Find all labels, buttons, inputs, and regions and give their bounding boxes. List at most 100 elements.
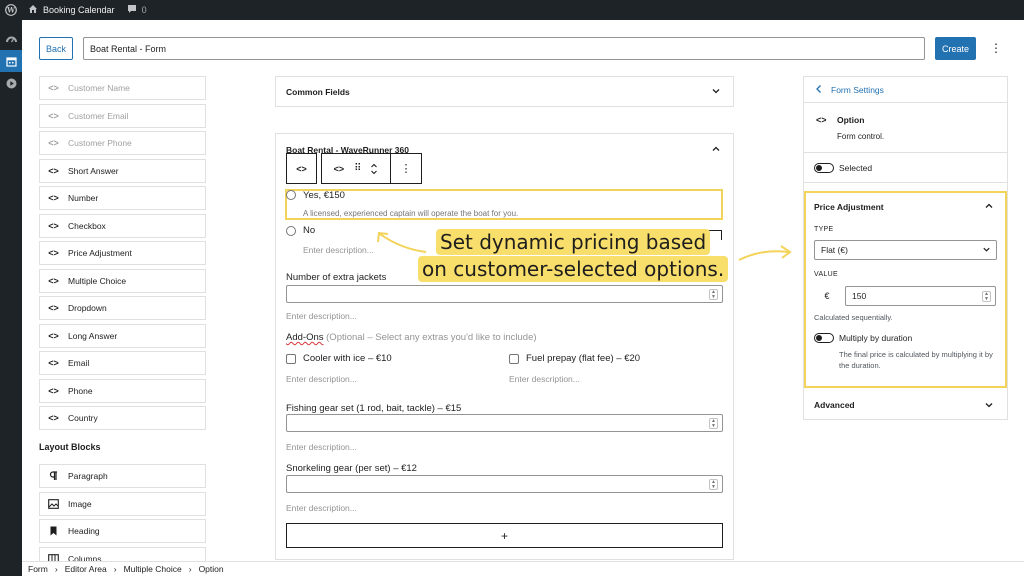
addons-label[interactable]: Add-Ons (Optional – Select any extras yo… xyxy=(286,332,537,343)
create-button[interactable]: Create xyxy=(935,37,976,60)
field-item[interactable]: <> Phone xyxy=(39,378,206,403)
currency-prefix: € xyxy=(824,291,830,301)
comments-link[interactable]: 0 xyxy=(127,4,147,16)
number-spinner-icon[interactable]: ▲ ▼ xyxy=(709,479,718,490)
option-no-label[interactable]: No xyxy=(303,225,315,236)
option-yes-label[interactable]: Yes, €150 xyxy=(303,190,345,201)
option-no-radio[interactable] xyxy=(286,226,296,236)
extra-jackets-label[interactable]: Number of extra jackets xyxy=(286,272,386,283)
dashboard-icon[interactable] xyxy=(0,28,22,50)
block-more-options-icon[interactable]: ⋮ xyxy=(390,153,422,184)
layout-block-item[interactable]: Paragraph xyxy=(39,464,206,488)
layout-block-item[interactable]: Image xyxy=(39,491,206,516)
calendar-icon[interactable] xyxy=(0,50,22,72)
number-spinner-icon[interactable]: ▲ ▼ xyxy=(982,291,991,302)
option-no-description[interactable]: Enter description... xyxy=(303,245,374,255)
wordpress-logo-icon[interactable]: W xyxy=(0,0,22,20)
block-description: Form control. xyxy=(837,132,885,141)
field-item[interactable]: <> Customer Phone xyxy=(39,131,206,155)
fishing-input[interactable]: ▲ ▼ xyxy=(286,414,723,432)
add-block-button[interactable]: + xyxy=(286,523,723,548)
option-yes-radio[interactable] xyxy=(286,190,296,200)
chevron-down-icon[interactable] xyxy=(984,400,994,412)
field-item-label: Phone xyxy=(68,385,93,396)
pricing-callout: Set dynamic pricing based on customer-se… xyxy=(418,229,729,283)
common-fields-panel[interactable]: Common Fields xyxy=(275,76,734,107)
divider xyxy=(804,182,1007,183)
more-options-icon[interactable]: ⋮ xyxy=(990,40,1002,56)
price-adjustment-title[interactable]: Price Adjustment xyxy=(814,202,884,212)
breadcrumb-separator: › xyxy=(113,564,117,574)
code-icon[interactable]: <> xyxy=(334,164,345,174)
chevron-down-icon[interactable] xyxy=(711,86,721,98)
field-item[interactable]: <> Price Adjustment xyxy=(39,241,206,265)
field-item[interactable]: <> Short Answer xyxy=(39,158,206,183)
field-item[interactable]: <> Long Answer xyxy=(39,323,206,348)
snorkel-description[interactable]: Enter description... xyxy=(286,503,357,513)
type-select-value: Flat (€) xyxy=(821,245,848,255)
form-title-input[interactable]: Boat Rental - Form xyxy=(83,37,925,60)
code-icon: <> xyxy=(48,248,59,258)
layout-block-item[interactable]: Heading xyxy=(39,519,206,543)
divider xyxy=(804,102,1007,103)
field-item[interactable]: <> Dropdown xyxy=(39,296,206,320)
breadcrumb-item[interactable]: Option xyxy=(199,564,224,574)
fuel-checkbox[interactable] xyxy=(509,354,519,364)
advanced-title[interactable]: Advanced xyxy=(814,400,855,410)
fuel-description[interactable]: Enter description... xyxy=(509,374,580,384)
chevron-up-icon[interactable] xyxy=(711,144,721,156)
option-yes-description[interactable]: A licensed, experienced captain will ope… xyxy=(303,209,518,218)
code-icon: <> xyxy=(48,330,59,341)
back-button[interactable]: Back xyxy=(39,37,73,60)
fishing-description[interactable]: Enter description... xyxy=(286,442,357,452)
value-input[interactable]: 150 ▲ ▼ xyxy=(845,286,996,306)
cooler-checkbox[interactable] xyxy=(286,354,296,364)
admin-bar: W Booking Calendar 0 xyxy=(0,0,1024,20)
parent-block-button[interactable]: <> xyxy=(286,153,317,184)
fishing-label[interactable]: Fishing gear set (1 rod, bait, tackle) –… xyxy=(286,403,461,414)
site-name-link[interactable]: Booking Calendar xyxy=(28,4,115,16)
extra-jackets-input[interactable]: ▲ ▼ xyxy=(286,285,723,303)
field-item[interactable]: <> Number xyxy=(39,186,206,210)
field-item-label: Price Adjustment xyxy=(68,248,132,258)
layout-block-label: Paragraph xyxy=(68,471,108,481)
field-item[interactable]: <> Email xyxy=(39,351,206,375)
field-item-label: Multiple Choice xyxy=(68,275,127,286)
block-controls: <> ⠿ xyxy=(321,153,391,184)
value-label: VALUE xyxy=(814,271,838,278)
field-item[interactable]: <> Checkbox xyxy=(39,213,206,238)
layout-block-label: Image xyxy=(68,498,92,509)
extra-jackets-description[interactable]: Enter description... xyxy=(286,311,357,321)
field-item-label: Long Answer xyxy=(68,330,118,341)
selected-label: Selected xyxy=(839,163,873,173)
chevron-up-icon[interactable] xyxy=(984,201,994,213)
breadcrumb-item[interactable]: Multiple Choice xyxy=(124,564,182,574)
cooler-description[interactable]: Enter description... xyxy=(286,374,357,384)
number-spinner-icon[interactable]: ▲ ▼ xyxy=(709,289,718,300)
breadcrumb-item[interactable]: Editor Area xyxy=(65,564,107,574)
number-spinner-icon[interactable]: ▲ ▼ xyxy=(709,418,718,429)
snorkel-label[interactable]: Snorkeling gear (per set) – €12 xyxy=(286,463,417,474)
bookmark-icon xyxy=(48,526,59,536)
play-icon[interactable] xyxy=(0,72,22,94)
chevron-down-icon xyxy=(982,245,991,256)
field-item[interactable]: <> Customer Email xyxy=(39,103,206,128)
code-icon: <> xyxy=(48,138,59,148)
selected-toggle[interactable] xyxy=(814,163,834,173)
breadcrumb: Form › Editor Area › Multiple Choice › Option xyxy=(22,561,1024,576)
move-up-down-icon[interactable] xyxy=(370,162,378,176)
type-label: TYPE xyxy=(814,226,834,233)
form-settings-back[interactable]: Form Settings xyxy=(815,84,884,96)
field-item[interactable]: <> Multiple Choice xyxy=(39,268,206,293)
breadcrumb-item[interactable]: Form xyxy=(28,564,48,574)
field-item-label: Number xyxy=(68,193,99,203)
snorkel-input[interactable]: ▲ ▼ xyxy=(286,475,723,493)
cooler-label[interactable]: Cooler with ice – €10 xyxy=(303,353,392,364)
fuel-label[interactable]: Fuel prepay (flat fee) – €20 xyxy=(526,353,640,364)
field-item[interactable]: <> Customer Name xyxy=(39,76,206,100)
svg-text:W: W xyxy=(6,6,15,15)
drag-handle-icon[interactable]: ⠿ xyxy=(354,163,361,174)
multiply-by-duration-toggle[interactable] xyxy=(814,333,834,343)
type-select[interactable]: Flat (€) xyxy=(814,240,997,260)
field-item[interactable]: <> Country xyxy=(39,406,206,430)
